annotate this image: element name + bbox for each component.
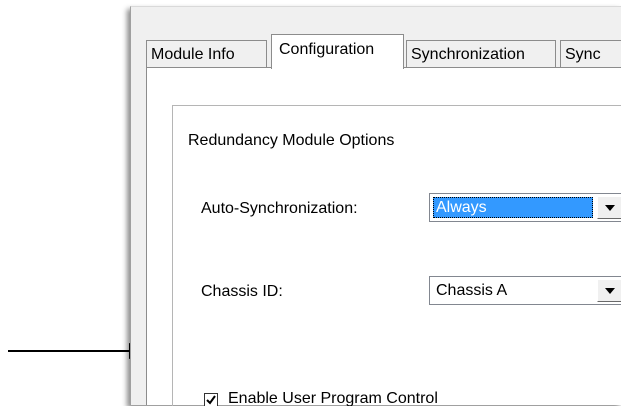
tab-synchronization[interactable]: Synchronization — [406, 40, 556, 67]
properties-dialog: Module Info Configuration Synchronizatio… — [130, 6, 621, 406]
tab-sync-truncated[interactable]: Sync — [560, 40, 621, 67]
chevron-down-icon — [605, 205, 615, 211]
redundancy-options-groupbox: Redundancy Module Options Auto-Synchroni… — [172, 105, 621, 406]
auto-sync-label: Auto-Synchronization: — [201, 200, 358, 217]
auto-sync-dropdown[interactable]: Always — [429, 193, 621, 222]
chassis-id-dropdown-button[interactable] — [597, 279, 621, 302]
enable-user-program-control-checkbox[interactable] — [204, 393, 218, 406]
chassis-id-value: Chassis A — [436, 282, 508, 299]
groupbox-title: Redundancy Module Options — [186, 132, 397, 150]
chassis-id-dropdown[interactable]: Chassis A — [429, 276, 621, 305]
tab-strip: Module Info Configuration Synchronizatio… — [146, 34, 621, 69]
auto-sync-dropdown-button[interactable] — [597, 196, 621, 219]
tab-configuration[interactable]: Configuration — [271, 34, 404, 69]
tab-module-info[interactable]: Module Info — [146, 40, 267, 67]
chassis-id-label: Chassis ID: — [201, 283, 283, 300]
configuration-panel: Redundancy Module Options Auto-Synchroni… — [146, 67, 621, 406]
auto-sync-value: Always — [433, 197, 593, 218]
screenshot-canvas: Module Info Configuration Synchronizatio… — [0, 0, 621, 406]
chevron-down-icon — [605, 288, 615, 294]
checkmark-icon — [206, 395, 216, 405]
enable-user-program-control-label[interactable]: Enable User Program Control — [228, 390, 438, 406]
